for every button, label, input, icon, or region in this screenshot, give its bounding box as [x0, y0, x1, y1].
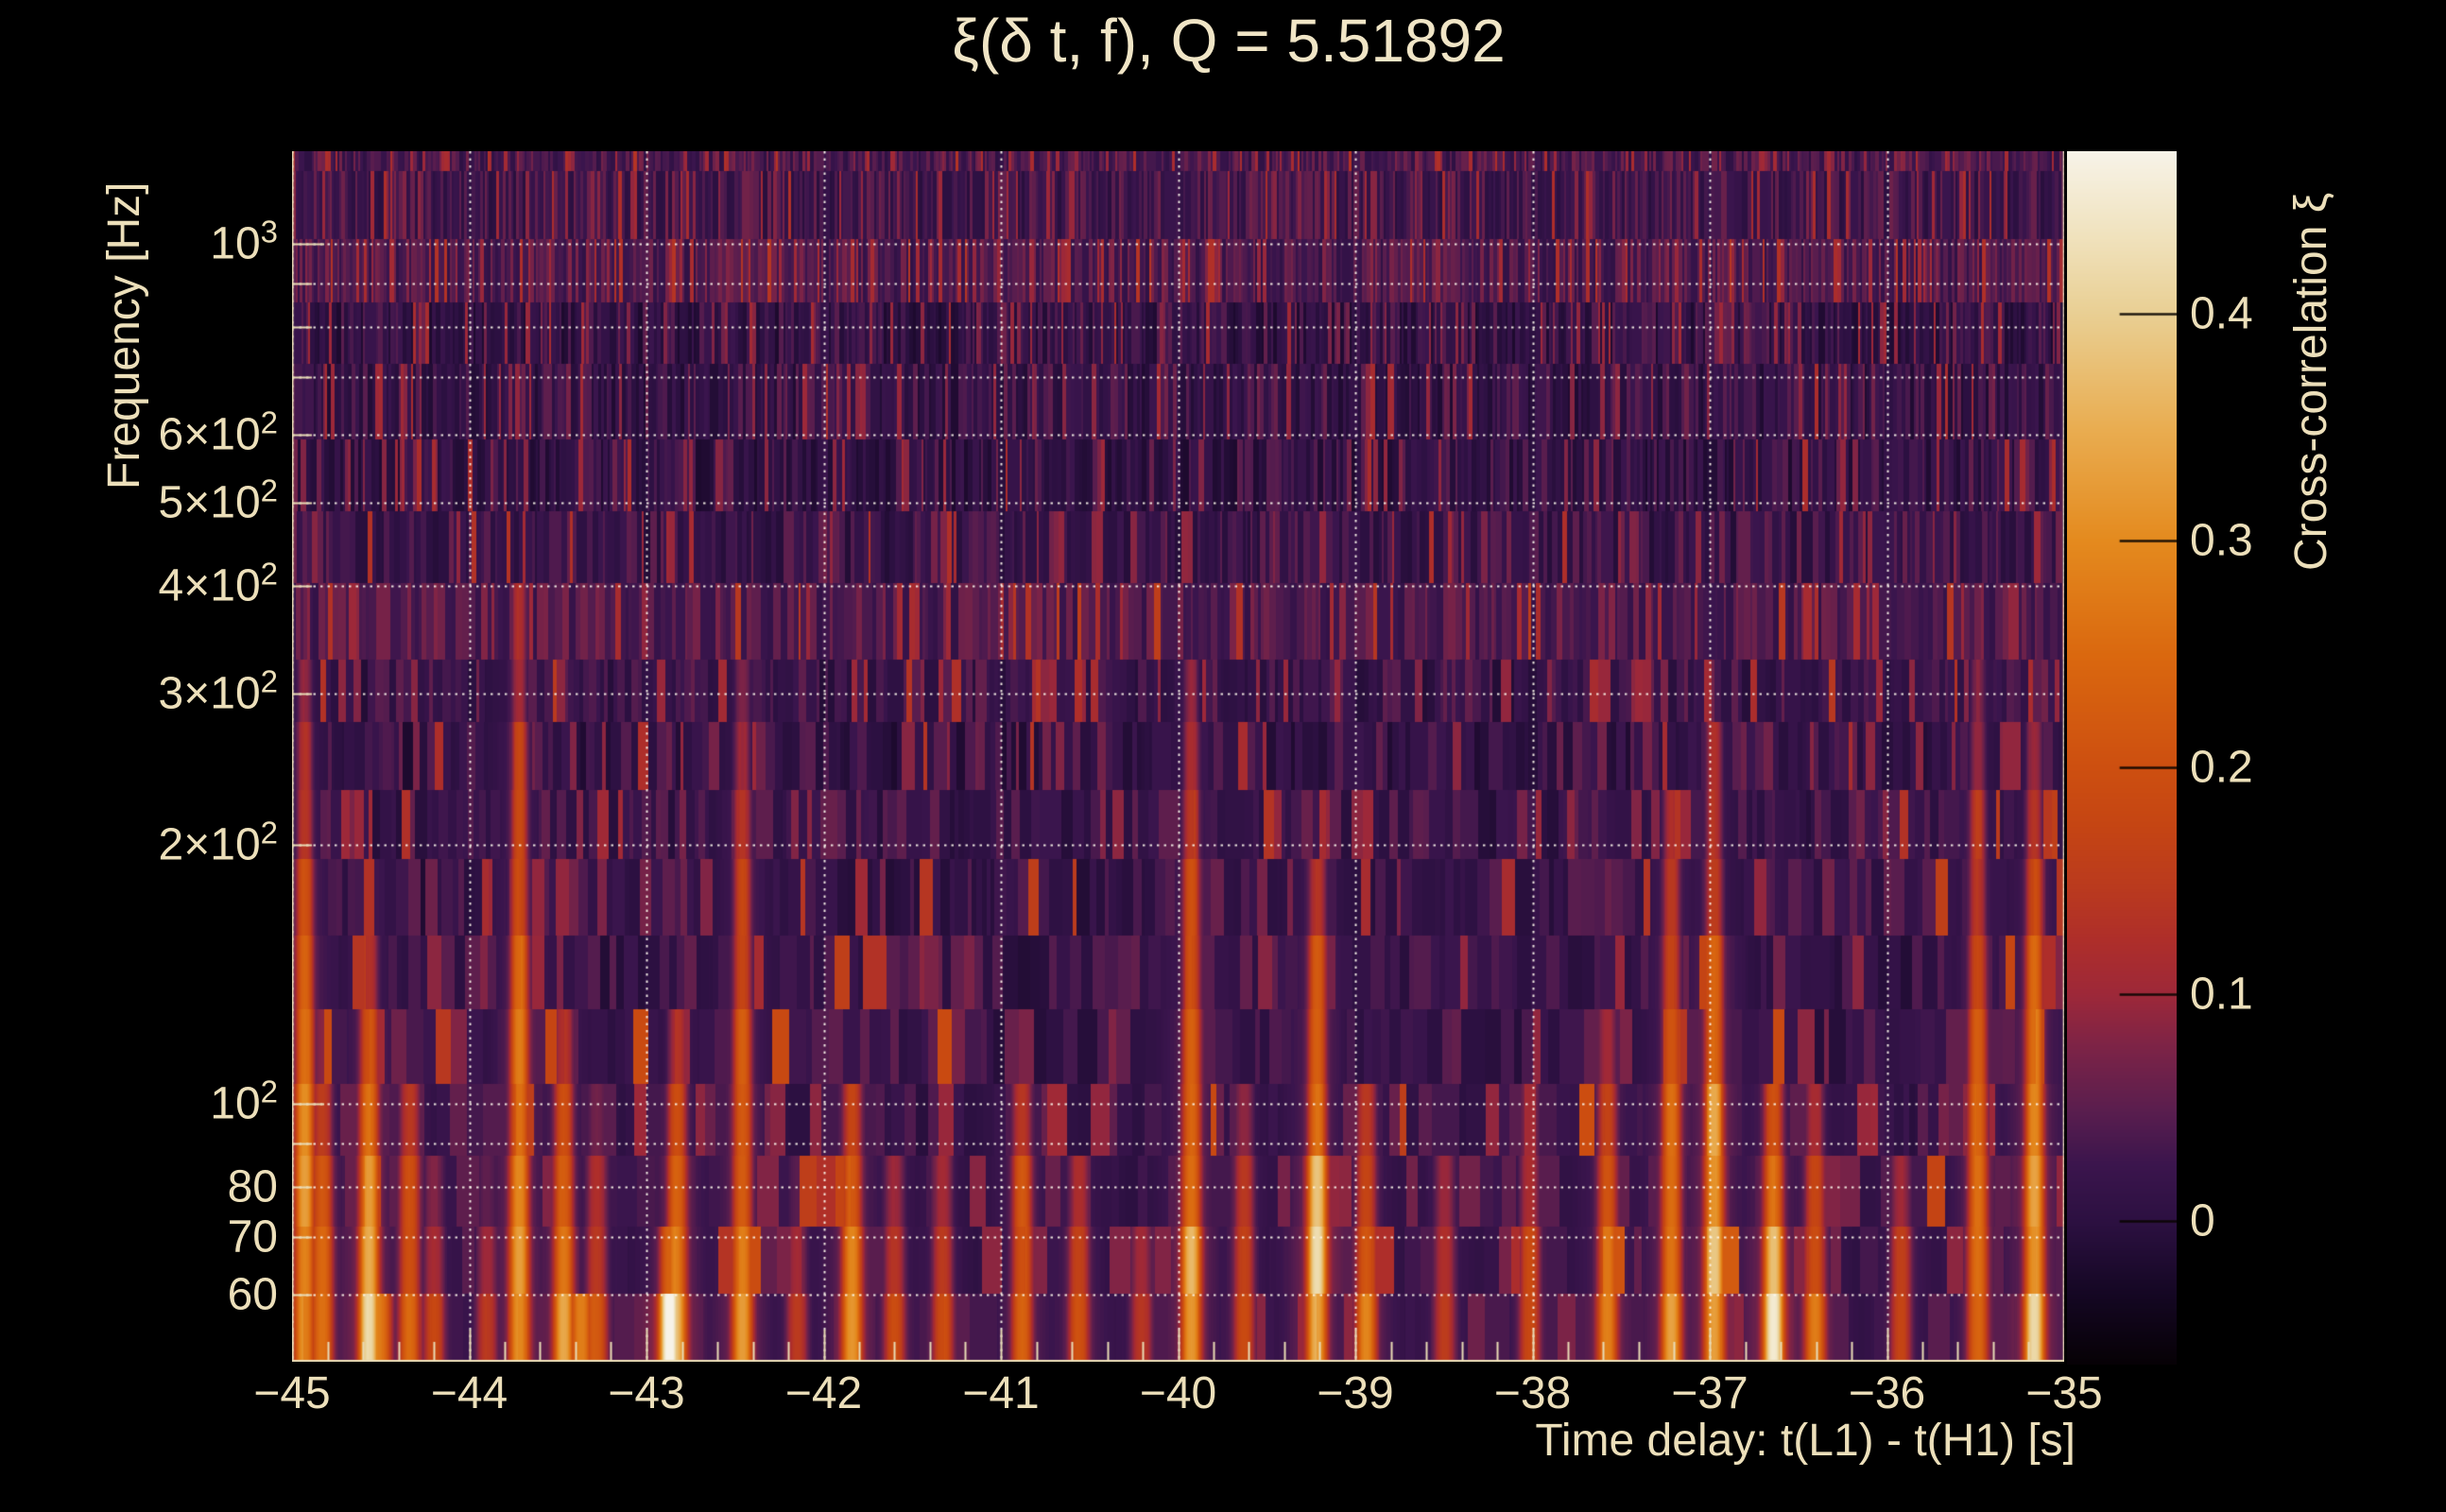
y-tick-label: 102	[210, 1074, 278, 1129]
colorbar-tick-label: 0.4	[2190, 288, 2253, 339]
y-tick-label: 6×102	[158, 404, 278, 460]
cross-correlation-figure: ξ(δ t, f), Q = 5.51892 Frequency [Hz] 10…	[0, 0, 2446, 1512]
y-tick-label: 80	[227, 1161, 278, 1212]
y-tick-label: 103	[210, 214, 278, 269]
y-tick-label: 5×102	[158, 472, 278, 528]
y-tick-label: 4×102	[158, 556, 278, 611]
heatmap-canvas	[292, 151, 2064, 1362]
colorbar-tick-label: 0	[2190, 1195, 2215, 1246]
x-tick-label: −43	[608, 1368, 685, 1418]
x-tick-label: −40	[1139, 1368, 1217, 1418]
x-tick-label: −35	[2025, 1368, 2103, 1418]
chart-title: ξ(δ t, f), Q = 5.51892	[952, 7, 1506, 75]
y-tick-label: 2×102	[158, 815, 278, 870]
x-tick-label: −45	[253, 1368, 331, 1418]
x-tick-label: −37	[1671, 1368, 1748, 1418]
x-tick-label: −36	[1848, 1368, 1926, 1418]
colorbar-tick-label: 0.3	[2190, 515, 2253, 566]
colorbar-axis-title: Cross-correlation ξ	[2286, 192, 2336, 571]
x-tick-label: −44	[430, 1368, 508, 1418]
x-tick-label: −42	[784, 1368, 863, 1418]
y-tick-label: 70	[227, 1211, 278, 1263]
colorbar-tick-label: 0.1	[2190, 969, 2253, 1020]
colorbar	[2067, 151, 2177, 1365]
colorbar-tick-label: 0.2	[2190, 742, 2253, 793]
y-tick-label: 3×102	[158, 663, 278, 719]
x-tick-label: −41	[962, 1368, 1040, 1418]
y-tick-label: 60	[227, 1269, 278, 1320]
x-tick-label: −39	[1317, 1368, 1394, 1418]
x-axis-title: Time delay: t(L1) - t(H1) [s]	[1535, 1416, 2076, 1466]
x-tick-label: −38	[1493, 1368, 1572, 1418]
